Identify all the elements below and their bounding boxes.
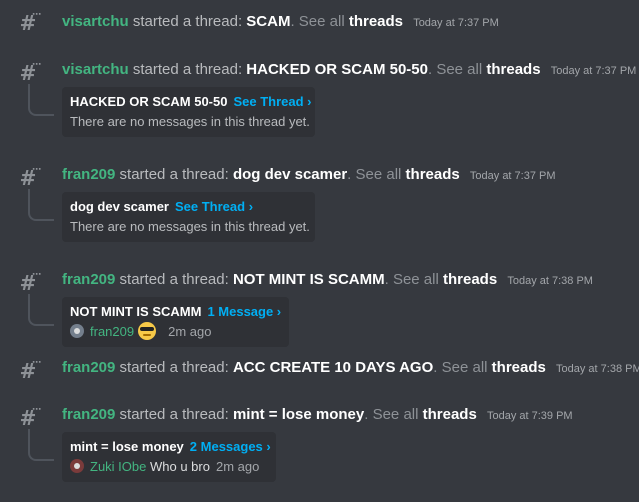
card-thread-title: dog dev scamer bbox=[70, 199, 169, 214]
card-empty-text: There are no messages in this thread yet… bbox=[70, 114, 310, 129]
last-message-text: Who u bro bbox=[149, 459, 210, 474]
thread-connector bbox=[28, 429, 54, 461]
see-all-text: . See all bbox=[364, 406, 419, 423]
timestamp: Today at 7:37 PM bbox=[413, 17, 499, 29]
thread-connector bbox=[28, 189, 54, 221]
last-message-time: 2m ago bbox=[215, 459, 260, 474]
see-thread-link[interactable]: See Thread › bbox=[233, 94, 311, 109]
timestamp: Today at 7:39 PM bbox=[486, 410, 573, 422]
card-thread-title: NOT MINT IS SCAMM bbox=[70, 304, 202, 319]
last-message-time: 2m ago bbox=[168, 324, 212, 339]
thread-icon: # ⋯ bbox=[19, 270, 41, 295]
message-count-link[interactable]: 2 Messages › bbox=[190, 439, 271, 454]
action-text: started a thread: bbox=[132, 13, 243, 30]
username[interactable]: fran209 bbox=[62, 359, 115, 376]
thread-connector bbox=[28, 84, 54, 116]
thread-icon: # ⋯ bbox=[19, 165, 41, 190]
thread-card[interactable]: HACKED OR SCAM 50-50 See Thread › There a… bbox=[62, 87, 315, 137]
action-text: started a thread: bbox=[119, 271, 229, 288]
threads-link[interactable]: threads bbox=[443, 271, 497, 288]
message-count-link[interactable]: 1 Message › bbox=[207, 304, 281, 319]
username[interactable]: visartchu bbox=[62, 61, 129, 78]
timestamp: Today at 7:38 PM bbox=[507, 275, 593, 287]
action-text: started a thread: bbox=[119, 406, 229, 423]
thread-icon: # ⋯ bbox=[19, 405, 41, 430]
thread-name[interactable]: ACC CREATE 10 DAYS AGO bbox=[233, 359, 433, 376]
see-all-text: . See all bbox=[384, 271, 439, 288]
thread-name[interactable]: mint = lose money bbox=[233, 406, 364, 423]
card-thread-title: mint = lose money bbox=[70, 439, 184, 454]
username[interactable]: visartchu bbox=[62, 13, 129, 30]
avatar[interactable] bbox=[70, 324, 84, 338]
threads-link[interactable]: threads bbox=[492, 359, 546, 376]
card-thread-title: HACKED OR SCAM 50-50 bbox=[70, 94, 228, 109]
see-all-text: . See all bbox=[427, 61, 483, 78]
thread-card[interactable]: NOT MINT IS SCAMM 1 Message › fran209 2m a… bbox=[62, 297, 289, 347]
thread-name[interactable]: dog dev scamer bbox=[233, 166, 347, 183]
username[interactable]: fran209 bbox=[62, 271, 115, 288]
timestamp: Today at 7:37 PM bbox=[469, 170, 556, 182]
thread-name[interactable]: HACKED OR SCAM 50-50 bbox=[246, 61, 428, 78]
see-thread-link[interactable]: See Thread › bbox=[175, 199, 253, 214]
last-message-user[interactable]: Zuki IObe bbox=[90, 459, 146, 474]
see-all-text: . See all bbox=[433, 359, 488, 376]
see-all-text: . See all bbox=[347, 166, 402, 183]
thread-icon: # ⋯ bbox=[19, 60, 41, 85]
avatar[interactable] bbox=[70, 459, 84, 473]
threads-link[interactable]: threads bbox=[423, 406, 477, 423]
see-all-text: . See all bbox=[290, 13, 345, 30]
thread-name[interactable]: SCAM bbox=[246, 13, 290, 30]
thread-connector bbox=[28, 294, 54, 326]
thread-icon: # ⋯ bbox=[19, 358, 41, 383]
sunglasses-emoji-icon bbox=[138, 322, 157, 340]
username[interactable]: fran209 bbox=[62, 406, 115, 423]
last-message-user[interactable]: fran209 bbox=[90, 324, 134, 339]
thread-card[interactable]: dog dev scamer See Thread › There are no … bbox=[62, 192, 315, 242]
threads-link[interactable]: threads bbox=[406, 166, 460, 183]
card-empty-text: There are no messages in this thread yet… bbox=[70, 219, 310, 234]
username[interactable]: fran209 bbox=[62, 166, 115, 183]
thread-name[interactable]: NOT MINT IS SCAMM bbox=[233, 271, 385, 288]
threads-link[interactable]: threads bbox=[349, 13, 403, 30]
threads-link[interactable]: threads bbox=[486, 61, 540, 78]
thread-card[interactable]: mint = lose money 2 Messages › Zuki IObe … bbox=[62, 432, 276, 482]
action-text: started a thread: bbox=[119, 166, 229, 183]
thread-icon: # ⋯ bbox=[19, 10, 41, 35]
action-text: started a thread: bbox=[132, 61, 243, 78]
timestamp: Today at 7:37 PM bbox=[550, 65, 637, 77]
timestamp: Today at 7:38 PM bbox=[556, 363, 639, 375]
action-text: started a thread: bbox=[119, 359, 229, 376]
